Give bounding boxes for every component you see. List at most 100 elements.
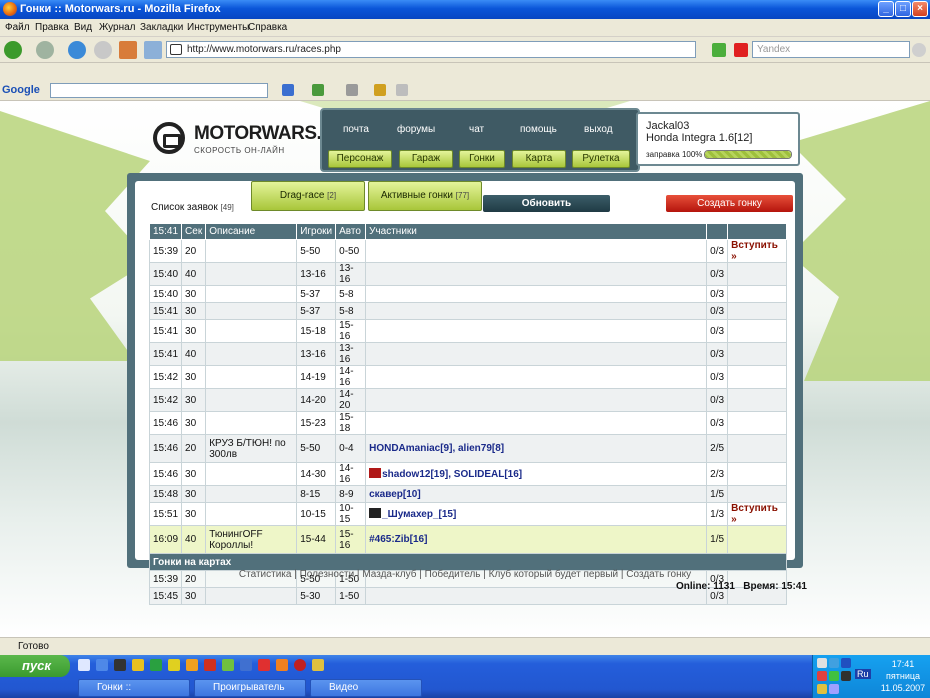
address-bar[interactable]: http://www.motorwars.ru/races.php <box>166 41 696 58</box>
footer-link-useful[interactable]: Полезности <box>300 569 355 580</box>
quicklaunch-desktop-icon[interactable] <box>78 659 90 671</box>
stop-icon[interactable] <box>94 41 112 59</box>
quicklaunch-arrow-icon[interactable] <box>312 659 324 671</box>
menu-tools[interactable]: Инструменты <box>187 22 249 33</box>
cell-join[interactable]: Вступить » <box>727 502 787 526</box>
cell-participants[interactable]: #465:Zib[16] <box>365 525 708 554</box>
character-button[interactable]: Персонаж <box>328 150 392 168</box>
tab-active-races-count: [77] <box>455 191 470 200</box>
footer-link-mazda-club[interactable]: Мазда-клуб <box>362 569 416 580</box>
map-button[interactable]: Карта <box>512 150 566 168</box>
tray-security-icon[interactable] <box>817 671 827 681</box>
start-label: пуск <box>22 658 51 673</box>
footer-link-club-first[interactable]: Клуб который будет первый <box>489 569 618 580</box>
tray-app-icon[interactable] <box>841 658 851 668</box>
cell-sec: 40 <box>181 525 207 554</box>
quicklaunch-media-icon[interactable] <box>132 659 144 671</box>
cell-count-text: 0/3 <box>710 590 725 602</box>
cell-join <box>727 285 787 303</box>
quicklaunch-ff2-icon[interactable] <box>276 659 288 671</box>
quicklaunch-tool-icon[interactable] <box>222 659 234 671</box>
footer-link-winner[interactable]: Победитель <box>425 569 481 580</box>
nav-link-exit[interactable]: выход <box>584 124 613 135</box>
nav-link-forums[interactable]: форумы <box>397 124 435 135</box>
quicklaunch-app-icon[interactable] <box>114 659 126 671</box>
races-button[interactable]: Гонки <box>459 150 505 168</box>
cell-sec: 30 <box>181 502 207 526</box>
go-icon[interactable] <box>712 43 726 57</box>
cell-join <box>727 365 787 389</box>
cell-participants[interactable]: shadow12[19], SOLIDEAL[16] <box>365 462 708 486</box>
requests-list-tab[interactable]: Список заявок [49] <box>151 202 234 213</box>
start-button[interactable]: пуск <box>0 655 70 677</box>
menu-bookmarks[interactable]: Закладки <box>140 22 183 33</box>
tray-media-icon[interactable] <box>841 671 851 681</box>
close-button[interactable]: × <box>912 1 928 17</box>
tray-volume-icon[interactable] <box>829 658 839 668</box>
quicklaunch-ie-icon[interactable] <box>96 659 108 671</box>
cell-participants-text: HONDAmaniac[9], alien79[8] <box>369 443 505 454</box>
menu-help[interactable]: Справка <box>248 22 287 33</box>
menu-file[interactable]: Файл <box>5 22 30 33</box>
menu-view[interactable]: Вид <box>74 22 92 33</box>
cell-join[interactable]: Вступить » <box>727 239 787 263</box>
cell-auto-text: 0-50 <box>339 245 360 257</box>
pen-icon[interactable] <box>396 84 408 96</box>
bookmark-icon[interactable] <box>144 41 162 59</box>
quicklaunch-firefox-icon[interactable] <box>186 659 198 671</box>
maximize-button[interactable]: □ <box>895 1 911 17</box>
tray-update-icon[interactable] <box>817 684 827 694</box>
quicklaunch-radiation-icon[interactable] <box>168 659 180 671</box>
garage-button[interactable]: Гараж <box>399 150 453 168</box>
tray-network-icon[interactable] <box>817 658 827 668</box>
create-race-button[interactable]: Создать гонку <box>666 195 793 212</box>
cell-players-text: 15-44 <box>300 534 326 545</box>
quicklaunch-circle-icon[interactable] <box>294 659 306 671</box>
quicklaunch-game-icon[interactable] <box>150 659 162 671</box>
clan-icon <box>369 468 382 478</box>
nav-link-chat[interactable]: чат <box>469 124 484 135</box>
cell-participants[interactable]: HONDAmaniac[9], alien79[8] <box>365 434 708 463</box>
cell-count: 2/5 <box>706 434 729 463</box>
cell-count-text: 0/3 <box>710 417 725 429</box>
quicklaunch-player-icon[interactable] <box>204 659 216 671</box>
cell-participants[interactable]: скавер[10] <box>365 485 708 503</box>
yandex-icon[interactable] <box>734 43 748 57</box>
google-search-input[interactable] <box>50 83 268 98</box>
feed-icon[interactable] <box>346 84 358 96</box>
quicklaunch-doc-icon[interactable] <box>240 659 252 671</box>
footer-link-stats[interactable]: Статистика <box>239 569 292 580</box>
spellcheck-icon[interactable] <box>312 84 324 96</box>
footer-links: Статистика | Полезности | Мазда-клуб | П… <box>238 569 692 580</box>
footer-link-create-race[interactable]: Создать гонку <box>626 569 691 580</box>
menu-history[interactable]: Журнал <box>99 22 136 33</box>
search-input[interactable]: Yandex <box>752 41 910 58</box>
tab-active-races[interactable]: Активные гонки [77] <box>368 181 482 211</box>
nav-link-help[interactable]: помощь <box>520 124 557 135</box>
user-name[interactable]: Jackal03 <box>646 120 689 132</box>
language-indicator[interactable]: Ru <box>855 669 871 679</box>
reload-icon[interactable] <box>68 41 86 59</box>
cell-count: 1/5 <box>706 485 729 503</box>
google-logo[interactable]: Google <box>2 84 40 96</box>
back-icon[interactable] <box>4 41 22 59</box>
tray-bluetooth-icon[interactable] <box>829 684 839 694</box>
roulette-button[interactable]: Рулетка <box>572 150 630 168</box>
highlight-icon[interactable] <box>374 84 386 96</box>
cell-participants[interactable]: _Шумахер_[15] <box>365 502 708 526</box>
task-firefox[interactable]: Гонки :: Motorwars.r... <box>78 679 190 697</box>
quicklaunch-opera-icon[interactable] <box>258 659 270 671</box>
menu-edit[interactable]: Правка <box>35 22 69 33</box>
home-icon[interactable] <box>119 41 137 59</box>
tab-drag-race[interactable]: Drag-race [2] <box>251 181 365 211</box>
tray-clock[interactable]: 17:41 пятница 11.05.2007 <box>877 658 929 694</box>
task-media-player[interactable]: Проигрыватель Win... <box>194 679 306 697</box>
refresh-button[interactable]: Обновить <box>483 195 610 212</box>
task-video-folder[interactable]: Видео <box>310 679 422 697</box>
google-search-icon[interactable] <box>282 84 294 96</box>
search-go-icon[interactable] <box>912 43 926 57</box>
minimize-button[interactable]: _ <box>878 1 894 17</box>
forward-icon[interactable] <box>36 41 54 59</box>
tray-antivirus-icon[interactable] <box>829 671 839 681</box>
nav-link-mail[interactable]: почта <box>343 124 369 135</box>
